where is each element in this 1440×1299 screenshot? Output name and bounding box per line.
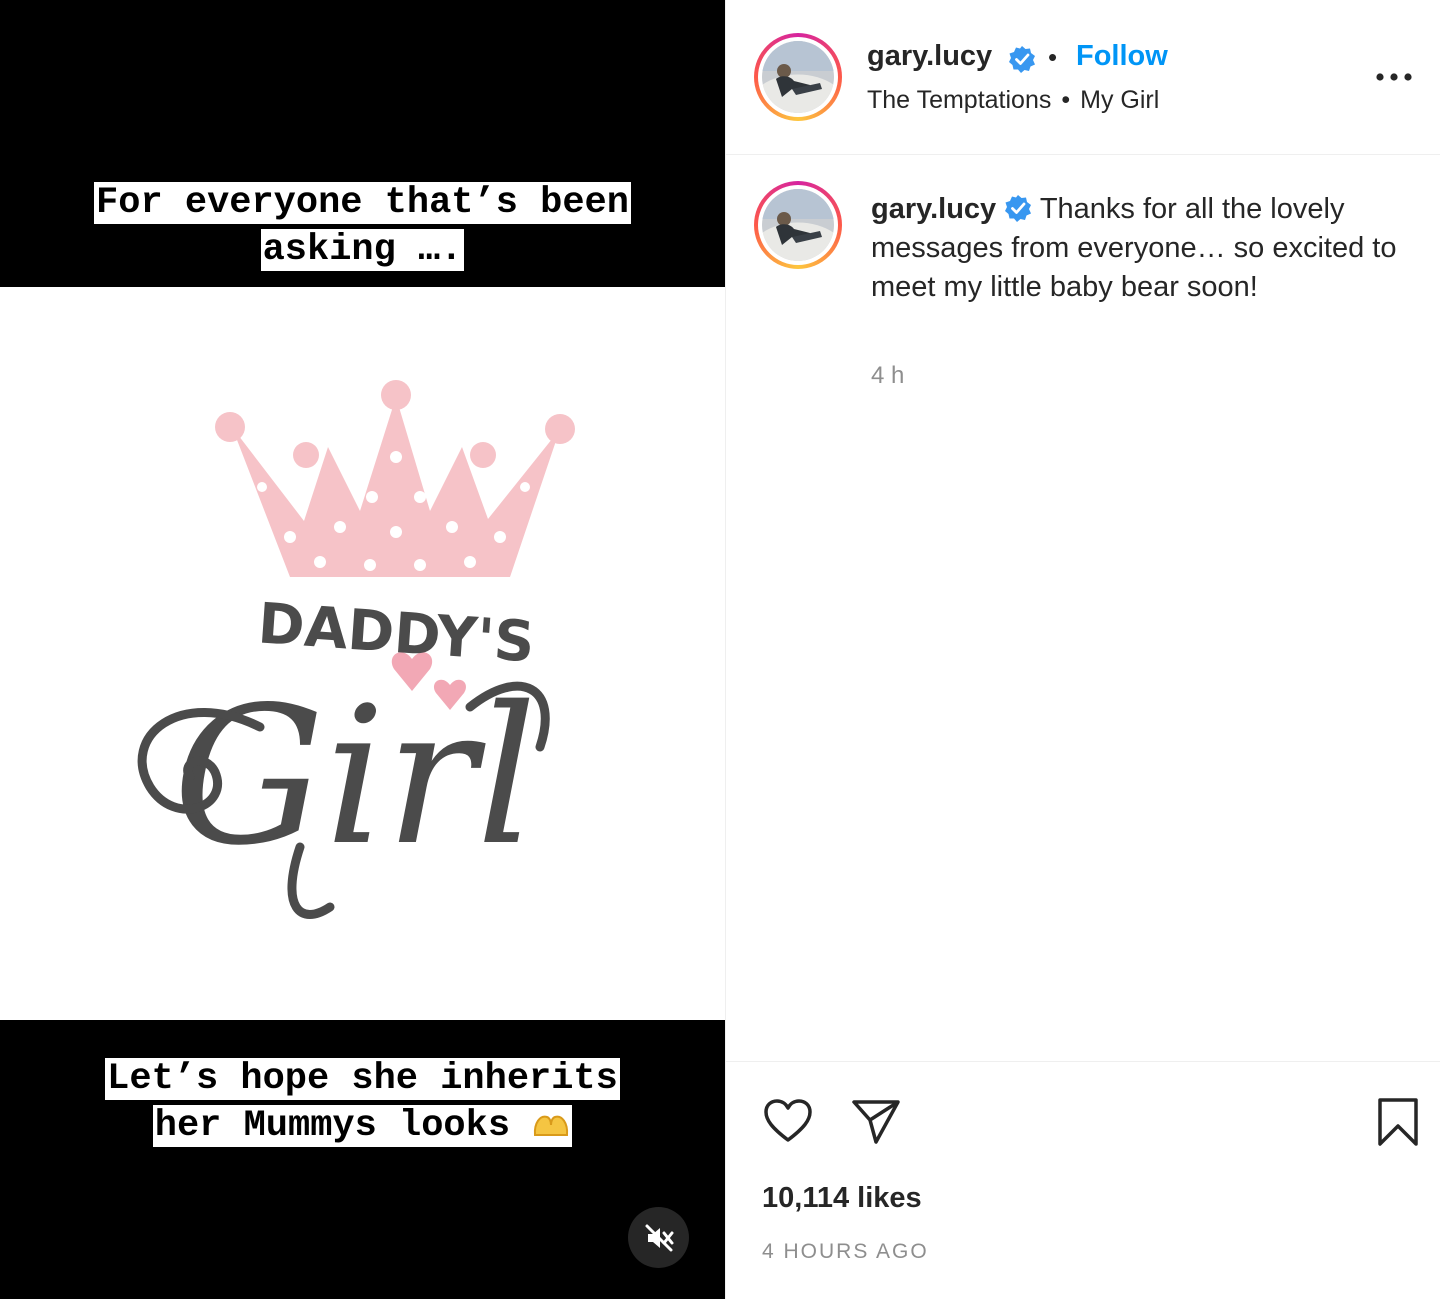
heart-icon[interactable] xyxy=(762,1096,814,1148)
more-options-icon[interactable] xyxy=(1374,64,1414,90)
author-avatar[interactable] xyxy=(754,33,842,121)
verified-badge-icon xyxy=(1009,46,1035,73)
daddys-girl-graphic: DADDY'S Girl xyxy=(137,380,575,919)
media-caption-top: For everyone that’s been asking …. xyxy=(0,180,725,274)
author-username[interactable]: gary.lucy xyxy=(867,40,992,73)
graphic-word-daddys: DADDY'S xyxy=(256,591,537,675)
heart-hands-emoji-icon xyxy=(534,1115,569,1136)
post-header: gary.lucy • Follow The Temptations • My Gi… xyxy=(726,0,1440,155)
post-actions-area: 10,114 likes 4 HOURS AGO xyxy=(726,1061,1440,1299)
media-caption-bottom-line-2-text: her Mummys looks xyxy=(154,1105,533,1147)
speaker-muted-icon xyxy=(645,1224,673,1251)
media-caption-bottom-line-2: her Mummys looks xyxy=(152,1105,573,1147)
separator-dot: • xyxy=(1061,86,1071,114)
crown-icon xyxy=(215,380,575,577)
media-caption-top-line-2: asking …. xyxy=(260,229,465,271)
separator-dot: • xyxy=(1048,42,1058,72)
profile-photo xyxy=(762,189,834,261)
caption-username[interactable]: gary.lucy xyxy=(871,193,996,225)
media-caption-top-line-1: For everyone that’s been xyxy=(94,182,631,224)
paper-plane-icon[interactable] xyxy=(850,1096,902,1148)
post-age: 4 HOURS AGO xyxy=(762,1240,929,1263)
follow-button[interactable]: Follow xyxy=(1076,40,1168,73)
audio-attribution[interactable]: The Temptations • My Girl xyxy=(867,86,1159,115)
post-sidebar: gary.lucy • Follow The Temptations • My Gi… xyxy=(725,0,1440,1299)
profile-photo xyxy=(762,41,834,113)
likes-count[interactable]: 10,114 likes xyxy=(762,1182,922,1215)
caption-author-avatar[interactable] xyxy=(754,181,842,269)
mute-toggle-button[interactable] xyxy=(628,1207,689,1268)
media-caption-bottom: Let’s hope she inherits her Mummys looks xyxy=(0,1056,725,1150)
bookmark-icon[interactable] xyxy=(1374,1096,1422,1148)
verified-badge-icon xyxy=(1005,195,1032,222)
audio-artist[interactable]: The Temptations xyxy=(867,86,1051,114)
media-caption-bottom-line-1: Let’s hope she inherits xyxy=(105,1058,620,1100)
audio-track[interactable]: My Girl xyxy=(1080,86,1159,114)
post-media[interactable]: For everyone that’s been asking …. DADDY… xyxy=(0,0,725,1299)
caption-timestamp[interactable]: 4 h xyxy=(871,362,904,390)
post-caption: gary.lucy Thanks for all the lovely mess… xyxy=(871,190,1411,307)
